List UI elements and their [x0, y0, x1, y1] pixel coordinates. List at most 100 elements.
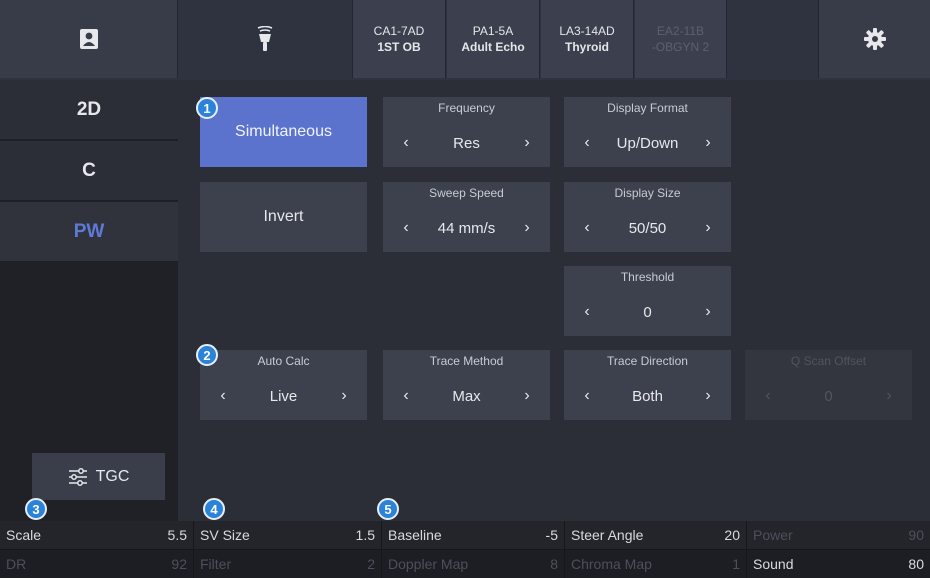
- trace-method-caption: Trace Method: [429, 354, 504, 368]
- tgc-button[interactable]: TGC: [32, 453, 165, 500]
- sweep-speed-caption: Sweep Speed: [429, 186, 504, 200]
- display-format-control: Display Format ‹ Up/Down ›: [564, 97, 731, 167]
- probe-tab-1[interactable]: CA1-7AD 1ST OB: [353, 0, 446, 78]
- callout-badge-4: 4: [203, 498, 225, 520]
- auto-calc-caption: Auto Calc: [257, 354, 310, 368]
- param-scale[interactable]: Scale 5.5: [0, 521, 193, 549]
- param-dr: DR 92: [0, 550, 193, 578]
- patient-id-icon: [79, 29, 98, 49]
- frequency-value: Res: [453, 134, 480, 152]
- mode-c-button[interactable]: C: [0, 141, 178, 201]
- threshold-value: 0: [643, 303, 652, 321]
- param-power: Power 90: [747, 521, 930, 549]
- param-label: DR: [6, 556, 27, 572]
- chevron-left-icon[interactable]: ‹: [216, 387, 230, 405]
- probe-tab-preset: Adult Echo: [461, 40, 525, 54]
- chevron-right-icon[interactable]: ›: [337, 387, 351, 405]
- simultaneous-label: Simultaneous: [235, 123, 332, 140]
- chevron-right-icon[interactable]: ›: [701, 387, 715, 405]
- callout-badge-2: 2: [196, 344, 218, 366]
- probe-tab-4: EA2-11B -OBGYN 2: [635, 0, 727, 78]
- sliders-icon: [68, 467, 87, 486]
- param-label: Scale: [6, 527, 42, 543]
- simultaneous-button[interactable]: Simultaneous: [200, 97, 367, 167]
- probe-tab-empty: [727, 0, 819, 78]
- param-value: 1.5: [355, 527, 375, 543]
- trace-direction-control: Trace Direction ‹ Both ›: [564, 350, 731, 420]
- param-label: Sound: [753, 556, 794, 572]
- param-chroma-map: Chroma Map 1: [565, 550, 746, 578]
- param-label: Baseline: [388, 527, 442, 543]
- callout-badge-1: 1: [196, 97, 218, 119]
- param-value: 20: [724, 527, 740, 543]
- q-scan-offset-value: 0: [824, 387, 833, 405]
- parameter-grid: Scale 5.5 SV Size 1.5 Baseline -5 Steer …: [0, 521, 930, 578]
- probe-tab-model: LA3-14AD: [559, 24, 615, 38]
- param-value: -5: [545, 527, 558, 543]
- chevron-right-icon[interactable]: ›: [520, 219, 534, 237]
- display-format-value: Up/Down: [616, 134, 679, 152]
- chevron-right-icon[interactable]: ›: [701, 219, 715, 237]
- chevron-left-icon[interactable]: ‹: [580, 387, 594, 405]
- chevron-right-icon[interactable]: ›: [520, 387, 534, 405]
- probe-tab-preset: 1ST OB: [377, 40, 421, 54]
- param-steer-angle[interactable]: Steer Angle 20: [565, 521, 746, 549]
- mode-2d-button[interactable]: 2D: [0, 80, 178, 140]
- settings-button[interactable]: [819, 0, 930, 78]
- mode-label: C: [82, 159, 96, 181]
- param-filter: Filter 2: [194, 550, 381, 578]
- chevron-right-icon[interactable]: ›: [520, 134, 534, 152]
- q-scan-offset-control: Q Scan Offset ‹ 0 ›: [745, 350, 912, 420]
- chevron-right-icon[interactable]: ›: [701, 134, 715, 152]
- param-value: 92: [171, 556, 187, 572]
- frequency-caption: Frequency: [438, 101, 495, 115]
- mode-label: PW: [73, 220, 105, 242]
- q-scan-offset-caption: Q Scan Offset: [790, 354, 867, 368]
- threshold-control: Threshold ‹ 0 ›: [564, 266, 731, 336]
- param-label: Power: [753, 527, 793, 543]
- display-size-control: Display Size ‹ 50/50 ›: [564, 182, 731, 252]
- chevron-left-icon[interactable]: ‹: [399, 219, 413, 237]
- chevron-left-icon[interactable]: ‹: [399, 134, 413, 152]
- param-sound[interactable]: Sound 80: [747, 550, 930, 578]
- trace-method-value: Max: [452, 387, 481, 405]
- param-sv-size[interactable]: SV Size 1.5: [194, 521, 381, 549]
- probe-tab-model: CA1-7AD: [373, 24, 425, 38]
- probe-tab-model: PA1-5A: [472, 24, 514, 38]
- probe-tab-preset: Thyroid: [565, 40, 609, 54]
- probe-tab-2[interactable]: PA1-5A Adult Echo: [447, 0, 540, 78]
- patient-button[interactable]: [0, 0, 178, 78]
- param-value: 5.5: [167, 527, 187, 543]
- chevron-left-icon[interactable]: ‹: [580, 219, 594, 237]
- top-bar: CA1-7AD 1ST OB PA1-5A Adult Echo LA3-14A…: [0, 0, 930, 80]
- param-label: SV Size: [200, 527, 250, 543]
- invert-button[interactable]: Invert: [200, 182, 367, 252]
- chevron-left-icon: ‹: [765, 387, 771, 404]
- param-label: Doppler Map: [388, 556, 469, 572]
- probe-tab-3[interactable]: LA3-14AD Thyroid: [541, 0, 634, 78]
- trace-method-control: Trace Method ‹ Max ›: [383, 350, 550, 420]
- threshold-caption: Threshold: [620, 270, 675, 284]
- sweep-speed-control: Sweep Speed ‹ 44 mm/s ›: [383, 182, 550, 252]
- chevron-left-icon[interactable]: ‹: [399, 387, 413, 405]
- chevron-right-icon[interactable]: ›: [701, 303, 715, 321]
- param-label: Filter: [200, 556, 232, 572]
- probe-icon: [257, 26, 273, 51]
- auto-calc-value: Live: [269, 387, 298, 405]
- param-value: 80: [908, 556, 924, 572]
- frequency-control: Frequency ‹ Res ›: [383, 97, 550, 167]
- chevron-right-icon: ›: [886, 387, 892, 404]
- display-size-caption: Display Size: [614, 186, 681, 200]
- sweep-speed-value: 44 mm/s: [437, 219, 496, 237]
- chevron-left-icon[interactable]: ‹: [580, 303, 594, 321]
- mode-pw-button[interactable]: PW: [0, 202, 178, 262]
- param-baseline[interactable]: Baseline -5: [382, 521, 564, 549]
- callout-badge-3: 3: [25, 498, 47, 520]
- trace-direction-value: Both: [632, 387, 663, 405]
- param-value: 8: [550, 556, 558, 572]
- chevron-left-icon[interactable]: ‹: [580, 134, 594, 152]
- gear-icon: [863, 28, 886, 50]
- probe-button[interactable]: [178, 0, 353, 78]
- param-value: 2: [367, 556, 375, 572]
- display-format-caption: Display Format: [607, 101, 688, 115]
